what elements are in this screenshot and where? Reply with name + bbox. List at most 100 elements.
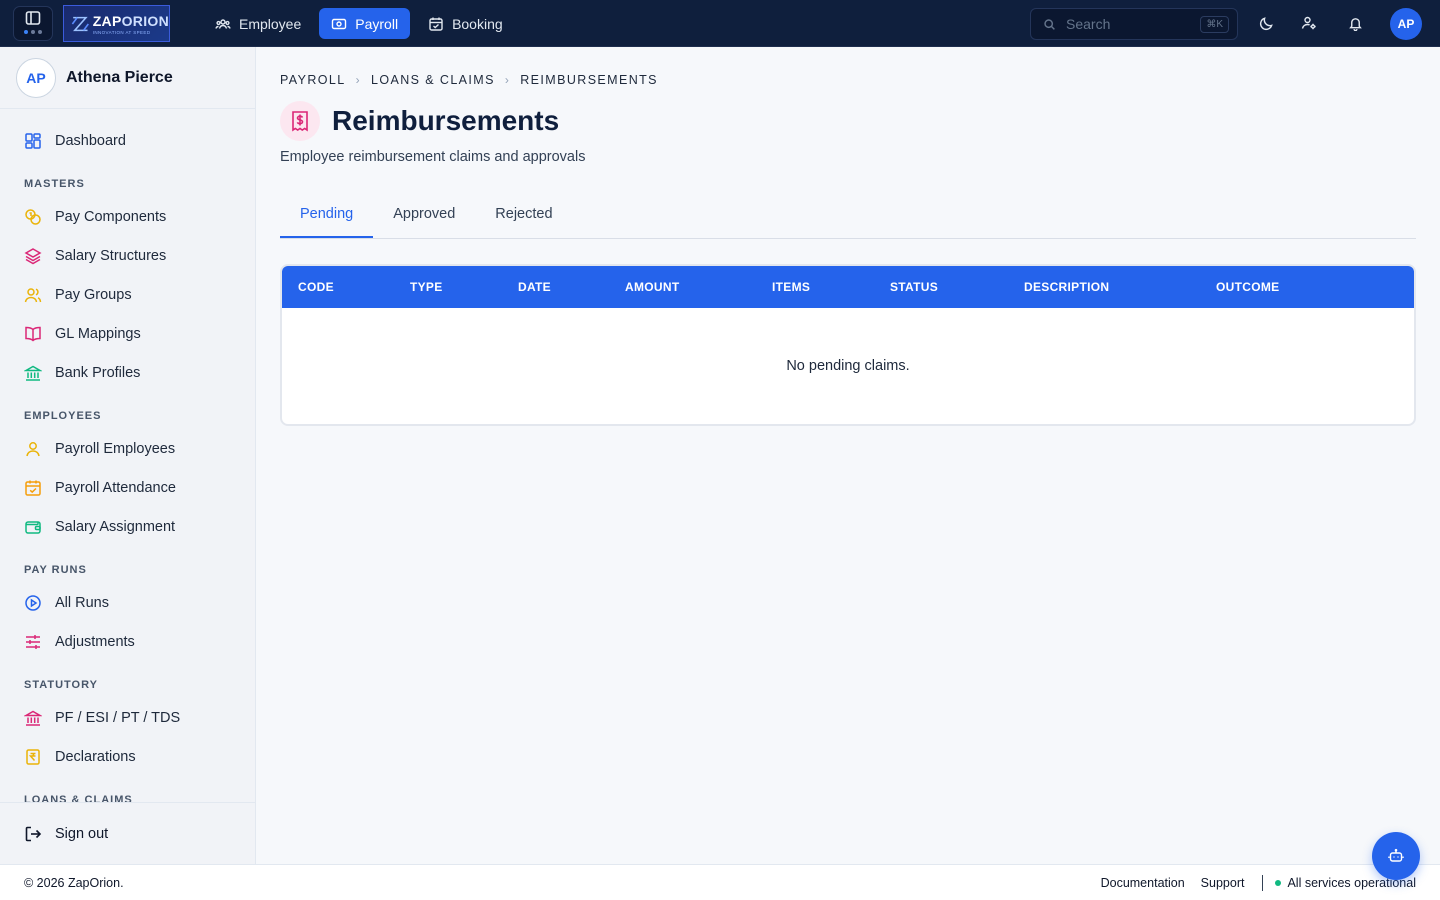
- column-header-amount[interactable]: AMOUNT: [625, 266, 679, 308]
- sidebar-item-salary-structures[interactable]: Salary Structures: [12, 236, 243, 275]
- sidebar-item-label: Dashboard: [55, 132, 126, 149]
- calendar-check-icon: [429, 17, 443, 31]
- layers-icon: [24, 247, 42, 264]
- book-open-icon: [25, 326, 41, 342]
- documentation-link[interactable]: Documentation: [1101, 876, 1185, 890]
- top-nav-payroll[interactable]: Payroll: [319, 8, 411, 39]
- sidebar-nav: Dashboard MASTERS Pay Components Salary …: [0, 109, 255, 802]
- assistant-bot-button[interactable]: [1372, 832, 1420, 880]
- claims-table: CODE TYPE DATE AMOUNT ITEMS STATUS DESCR…: [280, 264, 1416, 426]
- sidebar-item-adjustments[interactable]: Adjustments: [12, 622, 243, 661]
- page-subtitle: Employee reimbursement claims and approv…: [280, 149, 586, 165]
- top-nav-employee[interactable]: Employee: [203, 8, 313, 39]
- bot-icon: [1388, 848, 1404, 862]
- top-nav: Employee Payroll Booking: [203, 8, 515, 39]
- footer-divider: [1262, 874, 1264, 891]
- top-bar: ZAPORION INNOVATION AT SPEED Employee Pa…: [0, 0, 1440, 47]
- sign-out-button[interactable]: Sign out: [0, 802, 255, 864]
- theme-toggle-button[interactable]: [1255, 12, 1277, 34]
- section-masters: MASTERS: [24, 178, 85, 190]
- search-input[interactable]: [1066, 16, 1186, 32]
- profile-name: Athena Pierce: [66, 68, 173, 86]
- dashboard-icon: [25, 132, 41, 149]
- notifications-button[interactable]: [1344, 12, 1366, 34]
- sidebar-item-pf-esi-pt-tds[interactable]: PF / ESI / PT / TDS: [12, 698, 243, 737]
- users-icon: [215, 18, 231, 29]
- coins-icon: [25, 208, 41, 225]
- sidebar-profile[interactable]: AP Athena Pierce: [0, 47, 255, 109]
- tab-bar: Pending Approved Rejected: [280, 193, 1416, 239]
- top-nav-booking-label: Booking: [452, 15, 503, 32]
- column-header-type[interactable]: TYPE: [410, 266, 443, 308]
- sidebar-item-payroll-employees[interactable]: Payroll Employees: [12, 429, 243, 468]
- sidebar-item-pay-components[interactable]: Pay Components: [12, 197, 243, 236]
- section-loans-claims: LOANS & CLAIMS: [24, 794, 133, 802]
- logo-tagline: INNOVATION AT SPEED: [92, 29, 151, 35]
- chevron-right-icon: ›: [355, 73, 362, 87]
- section-pay-runs: PAY RUNS: [24, 564, 87, 576]
- tab-pending[interactable]: Pending: [280, 191, 374, 238]
- top-nav-booking[interactable]: Booking: [416, 8, 515, 39]
- search-box[interactable]: ⌘K: [1030, 8, 1238, 40]
- page-title: Reimbursements: [332, 105, 560, 136]
- user-settings-button[interactable]: [1298, 12, 1320, 34]
- logo-name-b: ORION: [121, 12, 169, 29]
- breadcrumb-payroll[interactable]: PAYROLL: [280, 73, 346, 87]
- user-avatar[interactable]: AP: [1390, 8, 1422, 40]
- breadcrumb-reimbursements: REIMBURSEMENTS: [520, 73, 658, 87]
- sidebar-item-label: Payroll Employees: [55, 440, 176, 457]
- sidebar-item-bank-profiles[interactable]: Bank Profiles: [12, 353, 243, 392]
- sidebar-item-declarations[interactable]: Declarations: [12, 737, 243, 776]
- moon-icon: [1259, 16, 1273, 30]
- sidebar-item-all-runs[interactable]: All Runs: [12, 583, 243, 622]
- sidebar-item-label: PF / ESI / PT / TDS: [55, 709, 181, 726]
- tab-rejected[interactable]: Rejected: [475, 191, 572, 237]
- avatar: AP: [16, 57, 56, 98]
- sidebar-item-label: Declarations: [55, 748, 136, 765]
- sidebar-toggle-button[interactable]: [13, 6, 53, 41]
- sidebar: AP Athena Pierce Dashboard MASTERS Pay C…: [0, 47, 256, 864]
- log-out-icon: [25, 826, 42, 841]
- table-header: CODE TYPE DATE AMOUNT ITEMS STATUS DESCR…: [282, 266, 1414, 308]
- logo-name-a: ZAP: [92, 12, 122, 29]
- column-header-description[interactable]: DESCRIPTION: [1024, 266, 1109, 308]
- sidebar-item-payroll-attendance[interactable]: Payroll Attendance: [12, 468, 243, 507]
- column-header-status[interactable]: STATUS: [890, 266, 938, 308]
- wallet-icon: [25, 520, 41, 534]
- chevron-right-icon: ›: [504, 73, 511, 87]
- sidebar-item-gl-mappings[interactable]: GL Mappings: [12, 314, 243, 353]
- receipt-dollar-icon: [280, 101, 320, 141]
- empty-state-message: No pending claims.: [786, 358, 910, 374]
- users-icon: [24, 287, 42, 302]
- copyright-text: © 2026 ZapOrion.: [24, 875, 124, 890]
- sliders-icon: [26, 634, 40, 649]
- column-header-items[interactable]: ITEMS: [772, 266, 810, 308]
- sidebar-item-label: Salary Structures: [55, 247, 167, 264]
- payroll-icon: [332, 18, 347, 29]
- tab-approved[interactable]: Approved: [373, 191, 475, 237]
- sidebar-item-label: Bank Profiles: [55, 364, 141, 381]
- support-link[interactable]: Support: [1201, 876, 1245, 890]
- breadcrumb-loans-claims[interactable]: LOANS & CLAIMS: [371, 73, 495, 87]
- sidebar-item-pay-groups[interactable]: Pay Groups: [12, 275, 243, 314]
- column-header-date[interactable]: DATE: [518, 266, 551, 308]
- rupee-receipt-icon: [26, 748, 40, 765]
- sidebar-panel-icon: [25, 11, 41, 25]
- landmark-icon: [24, 710, 42, 726]
- zaporion-logo-icon: [71, 16, 89, 31]
- section-statutory: STATUTORY: [24, 679, 98, 691]
- sidebar-item-label: Pay Groups: [55, 286, 132, 303]
- user-icon: [26, 441, 40, 456]
- sidebar-item-dashboard[interactable]: Dashboard: [12, 121, 243, 160]
- sign-out-label: Sign out: [55, 825, 109, 842]
- column-header-outcome[interactable]: OUTCOME: [1216, 266, 1279, 308]
- column-header-code[interactable]: CODE: [298, 266, 334, 308]
- sidebar-item-salary-assignment[interactable]: Salary Assignment: [12, 507, 243, 546]
- sidebar-item-label: Pay Components: [55, 208, 167, 225]
- page-dots: [24, 30, 42, 34]
- search-shortcut-hint: ⌘K: [1200, 15, 1229, 33]
- brand-logo[interactable]: ZAPORION INNOVATION AT SPEED: [63, 5, 170, 42]
- user-cog-icon: [1301, 16, 1316, 30]
- sidebar-item-label: Payroll Attendance: [55, 479, 176, 496]
- play-circle-icon: [25, 594, 41, 611]
